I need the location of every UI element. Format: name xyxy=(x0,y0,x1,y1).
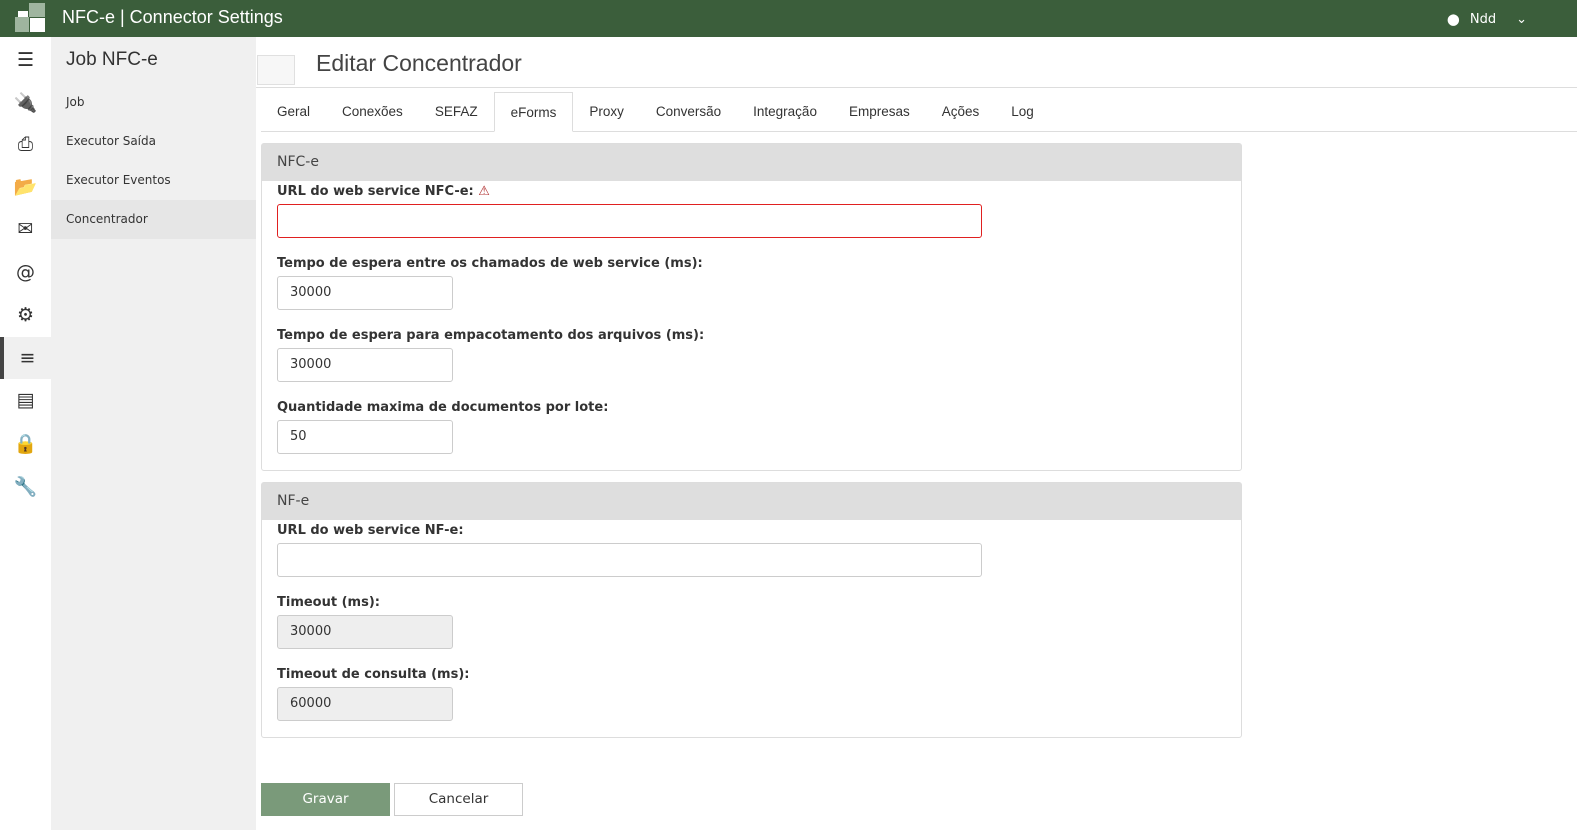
query-timeout-input: 60000 xyxy=(277,687,453,721)
server-icon[interactable]: ▤ xyxy=(0,379,51,421)
envelope-icon[interactable]: ✉ xyxy=(0,208,51,250)
sidebar: Job NFC-e Job Executor Saída Executor Ev… xyxy=(51,37,256,830)
sidebar-title: Job NFC-e xyxy=(66,49,158,70)
url-nfe-input[interactable] xyxy=(277,543,982,577)
nfe-panel: NF-e URL do web service NF-e: Timeout (m… xyxy=(261,482,1242,738)
icon-rail: ☰ 🔌 ⎙ 📂 ✉ @ ⚙ ≡ ▤ 🔒 🔧 xyxy=(0,37,51,830)
archive-icon xyxy=(257,55,295,85)
tab-conversao[interactable]: Conversão xyxy=(640,92,737,131)
url-nfce-label-text: URL do web service NFC-e: xyxy=(277,184,474,199)
sidebar-item-job[interactable]: Job xyxy=(51,83,256,122)
page-title: Editar Concentrador xyxy=(316,50,522,76)
max-docs-input[interactable]: 50 xyxy=(277,420,453,454)
pack-input[interactable]: 30000 xyxy=(277,348,453,382)
user-icon: ● xyxy=(1446,10,1460,28)
at-icon[interactable]: @ xyxy=(0,251,51,293)
url-nfce-input[interactable] xyxy=(277,204,982,238)
query-timeout-label: Timeout de consulta (ms): xyxy=(277,667,470,682)
tab-log[interactable]: Log xyxy=(995,92,1050,131)
warning-icon: ⚠ xyxy=(478,184,490,199)
timeout-input: 30000 xyxy=(277,615,453,649)
printer-icon[interactable]: ⎙ xyxy=(0,123,51,165)
user-name: Ndd xyxy=(1469,11,1497,27)
pack-label: Tempo de espera para empacotamento dos a… xyxy=(277,328,705,343)
panel-title: NFC-e xyxy=(262,144,1241,181)
cancel-button[interactable]: Cancelar xyxy=(394,783,523,816)
tab-integracao[interactable]: Integração xyxy=(737,92,833,131)
top-bar: NFC-e | Connector Settings ● Ndd ⌄ xyxy=(0,0,1577,37)
sidebar-item-concentrador[interactable]: Concentrador xyxy=(51,200,256,239)
url-nfce-label: URL do web service NFC-e: ⚠ xyxy=(277,184,1226,204)
nfce-panel: NFC-e URL do web service NFC-e: ⚠ Tempo … xyxy=(261,143,1242,471)
wait-input[interactable]: 30000 xyxy=(277,276,453,310)
sliders-icon[interactable]: ≡ xyxy=(0,337,51,379)
tab-geral[interactable]: Geral xyxy=(261,92,326,131)
wait-label: Tempo de espera entre os chamados de web… xyxy=(277,256,703,271)
wrench-icon[interactable]: 🔧 xyxy=(0,465,51,507)
tab-conexoes[interactable]: Conexões xyxy=(326,92,419,131)
tab-sefaz[interactable]: SEFAZ xyxy=(419,92,494,131)
divider xyxy=(256,87,1577,88)
chevron-down-icon: ⌄ xyxy=(1516,11,1527,27)
tab-bar: Geral Conexões SEFAZ eForms Proxy Conver… xyxy=(261,92,1577,132)
panel-title: NF-e xyxy=(262,483,1241,520)
sidebar-item-executor-saida[interactable]: Executor Saída xyxy=(51,122,256,161)
gear-icon[interactable]: ⚙ xyxy=(0,294,51,336)
tab-eforms[interactable]: eForms xyxy=(493,92,574,132)
menu-icon[interactable]: ☰ xyxy=(0,39,51,81)
sidebar-item-executor-eventos[interactable]: Executor Eventos xyxy=(51,161,256,200)
app-logo-icon xyxy=(15,3,47,33)
max-docs-label: Quantidade maxima de documentos por lote… xyxy=(277,400,609,415)
url-nfe-label: URL do web service NF-e: xyxy=(277,523,464,538)
tab-empresas[interactable]: Empresas xyxy=(833,92,926,131)
user-menu[interactable]: ● Ndd ⌄ xyxy=(1447,10,1527,28)
tab-proxy[interactable]: Proxy xyxy=(573,92,640,131)
timeout-label: Timeout (ms): xyxy=(277,595,380,610)
app-title: NFC-e | Connector Settings xyxy=(62,7,283,27)
lock-icon[interactable]: 🔒 xyxy=(0,422,51,464)
save-button[interactable]: Gravar xyxy=(261,783,390,816)
folder-icon[interactable]: 📂 xyxy=(0,165,51,207)
tab-acoes[interactable]: Ações xyxy=(926,92,996,131)
plug-icon[interactable]: 🔌 xyxy=(0,81,51,123)
